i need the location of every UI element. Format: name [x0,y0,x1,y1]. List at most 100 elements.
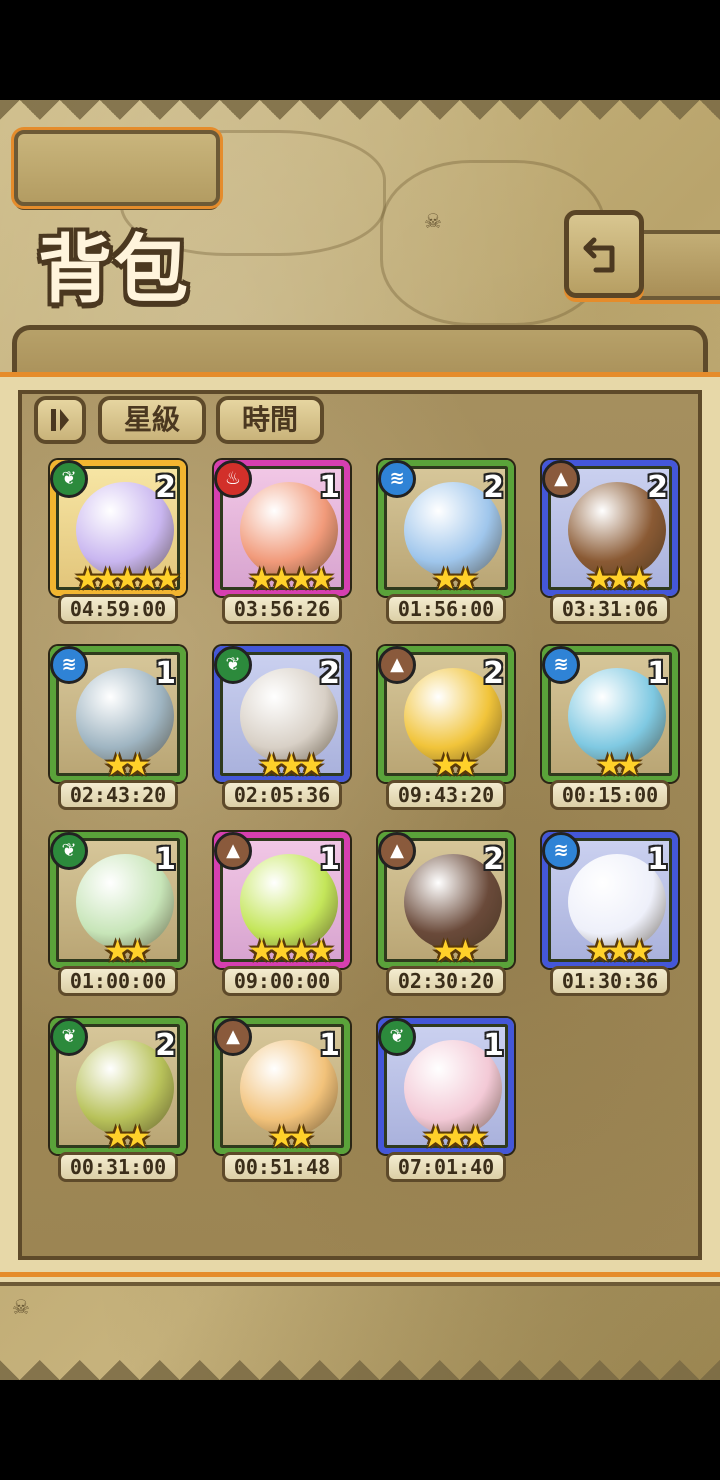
egg-count: 1 [319,470,340,505]
egg-count: 1 [155,842,176,877]
egg-count: 1 [319,1028,340,1063]
star-rating: ★★ [432,934,479,969]
egg-card-frame: ❦ 2 ★★ [50,1018,186,1155]
egg-card[interactable]: ≋ 1 ★★★ 01:30:36 [542,832,678,1002]
star-rating: ★★ [596,748,643,783]
star-rating: ★★★★ [248,562,335,597]
hatch-timer: 02:30:20 [386,966,506,996]
fire-element-icon: ♨ [214,460,252,498]
star-rating: ★★ [268,1120,315,1155]
egg-card[interactable]: ❦ 1 ★★ 01:00:00 [50,832,186,1002]
egg-card[interactable]: ♨ 1 ★★★★ 03:56:26 [214,460,350,630]
hatch-timer: 00:15:00 [550,780,670,810]
back-arrow-icon [583,237,615,273]
hatch-timer: 00:31:00 [58,1152,178,1182]
nature-element-icon: ❦ [378,1018,416,1056]
star-rating: ★★ [432,562,479,597]
star-rating: ★★ [104,934,151,969]
skull-icon: ☠ [12,1295,30,1319]
egg-count: 1 [319,842,340,877]
egg-count: 2 [319,656,340,691]
egg-count: 2 [483,470,504,505]
egg-card[interactable]: ▲ 2 ★★★ 03:31:06 [542,460,678,630]
earth-element-icon: ▲ [542,460,580,498]
egg-count: 1 [155,656,176,691]
egg-card-frame: ▲ 2 ★★ [378,646,514,783]
egg-card[interactable]: ≋ 2 ★★ 01:56:00 [378,460,514,630]
nature-element-icon: ❦ [50,1018,88,1056]
hatch-timer: 01:56:00 [386,594,506,624]
hatch-timer: 09:43:20 [386,780,506,810]
egg-card-frame: ❦ 1 ★★★ [378,1018,514,1155]
water-element-icon: ≋ [378,460,416,498]
star-rating: ★★★ [422,1120,489,1155]
star-rating: ★★★ [586,934,653,969]
egg-card[interactable]: ▲ 2 ★★ 09:43:20 [378,646,514,816]
water-element-icon: ≋ [50,646,88,684]
hatch-timer: 01:30:36 [550,966,670,996]
bottom-border-decoration [0,1340,720,1380]
hatch-timer: 00:51:48 [222,1152,342,1182]
hatch-timer: 02:05:36 [222,780,342,810]
nature-element-icon: ❦ [50,460,88,498]
nature-element-icon: ❦ [50,832,88,870]
back-button[interactable] [564,210,644,298]
hatch-timer: 07:01:40 [386,1152,506,1182]
star-rating: ★★ [432,748,479,783]
egg-card-frame: ▲ 2 ★★★ [542,460,678,597]
earth-element-icon: ▲ [214,832,252,870]
egg-card[interactable]: ❦ 1 ★★★ 07:01:40 [378,1018,514,1188]
filter-star-button[interactable]: 星級 [98,396,206,444]
hatch-timer: 03:56:26 [222,594,342,624]
water-element-icon: ≋ [542,832,580,870]
earth-element-icon: ▲ [378,832,416,870]
egg-card-frame: ≋ 1 ★★ [542,646,678,783]
egg-card[interactable]: ≋ 1 ★★ 02:43:20 [50,646,186,816]
egg-card[interactable]: ▲ 1 ★★★★ 09:00:00 [214,832,350,1002]
hatch-timer: 03:31:06 [550,594,670,624]
egg-card-frame: ❦ 2 ★★★★★ [50,460,186,597]
egg-card-frame: ≋ 2 ★★ [378,460,514,597]
hatch-timer: 02:43:20 [58,780,178,810]
egg-count: 2 [483,656,504,691]
egg-count: 2 [647,470,668,505]
earth-element-icon: ▲ [378,646,416,684]
star-rating: ★★★★★ [74,562,180,597]
egg-card-frame: ♨ 1 ★★★★ [214,460,350,597]
skull-icon: ☠ [424,209,442,233]
egg-count: 2 [155,470,176,505]
sort-toggle-button[interactable] [34,396,86,444]
egg-card-frame: ▲ 1 ★★★★ [214,832,350,969]
water-element-icon: ≋ [542,646,580,684]
egg-card[interactable]: ❦ 2 ★★★ 02:05:36 [214,646,350,816]
earth-element-icon: ▲ [214,1018,252,1056]
egg-count: 1 [647,656,668,691]
star-rating: ★★★ [586,562,653,597]
egg-card-frame: ▲ 1 ★★ [214,1018,350,1155]
egg-card-frame: ≋ 1 ★★ [50,646,186,783]
filter-time-button[interactable]: 時間 [216,396,324,444]
egg-count: 1 [483,1028,504,1063]
egg-card[interactable]: ❦ 2 ★★★★★ 04:59:00 [50,460,186,630]
star-rating: ★★ [104,1120,151,1155]
egg-card-frame: ❦ 2 ★★★ [214,646,350,783]
egg-card-frame: ▲ 2 ★★ [378,832,514,969]
egg-card[interactable]: ❦ 2 ★★ 00:31:00 [50,1018,186,1188]
page-title: 背包 [38,227,190,313]
egg-count: 2 [155,1028,176,1063]
egg-count: 1 [647,842,668,877]
sort-toggle-icon [51,409,69,431]
egg-card[interactable]: ≋ 1 ★★ 00:15:00 [542,646,678,816]
panel-bottom-accent [0,1272,720,1277]
hatch-timer: 01:00:00 [58,966,178,996]
egg-card[interactable]: ▲ 1 ★★ 00:51:48 [214,1018,350,1188]
hatch-timer: 04:59:00 [58,594,178,624]
hatch-timer: 09:00:00 [222,966,342,996]
star-rating: ★★★ [258,748,325,783]
egg-card[interactable]: ▲ 2 ★★ 02:30:20 [378,832,514,1002]
star-rating: ★★ [104,748,151,783]
egg-count: 2 [483,842,504,877]
egg-card-frame: ≋ 1 ★★★ [542,832,678,969]
star-rating: ★★★★ [248,934,335,969]
egg-card-frame: ❦ 1 ★★ [50,832,186,969]
